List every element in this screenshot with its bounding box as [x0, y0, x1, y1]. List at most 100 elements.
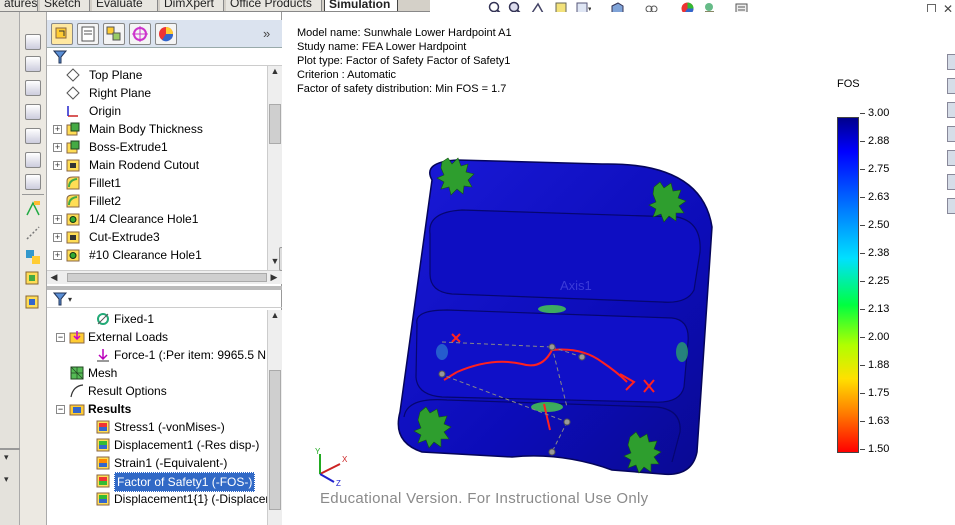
property-manager-tab-icon[interactable]: [77, 23, 99, 45]
task-pane-appearances-icon[interactable]: [947, 150, 955, 166]
cube-view-icon-2[interactable]: [25, 56, 41, 72]
feature-tree-item-label: Origin: [89, 104, 122, 118]
feature-manager-tab-icon[interactable]: [51, 23, 73, 45]
triad-x-label: X: [342, 455, 348, 464]
dimxpert-manager-tab-icon[interactable]: [129, 23, 151, 45]
smart-dimension-icon[interactable]: [24, 200, 42, 218]
strip-expand-icon[interactable]: ▾: [4, 452, 9, 463]
svg-text:▾: ▾: [68, 295, 72, 304]
feature-tree-item[interactable]: Right Plane: [47, 84, 267, 102]
expand-toggle-icon[interactable]: +: [53, 233, 62, 242]
expand-toggle-icon[interactable]: +: [53, 215, 62, 224]
simulation-tree-item-label: Mesh: [88, 366, 118, 380]
cube-view-icon-3[interactable]: [25, 80, 41, 96]
task-pane-resources-icon[interactable]: [947, 54, 955, 70]
scroll-thumb[interactable]: [269, 104, 281, 144]
panel-more-icon[interactable]: »: [263, 26, 270, 41]
strain-plot-icon: [95, 455, 111, 471]
tab-office-products[interactable]: Office Products: [226, 0, 322, 11]
collapse-toggle-icon[interactable]: −: [56, 405, 65, 414]
mate-reference-icon[interactable]: [24, 248, 42, 266]
scroll-up-icon[interactable]: ▲: [268, 310, 282, 320]
feature-tree-item-label: Main Rodend Cutout: [89, 158, 200, 172]
filter-icon[interactable]: [52, 50, 68, 64]
strip-divider: [0, 448, 20, 450]
legend-tick-label: 2.00: [859, 331, 890, 343]
stress-plot-icon: [95, 419, 111, 435]
feature-tree-item[interactable]: Origin: [47, 102, 267, 120]
expand-toggle-icon[interactable]: +: [53, 251, 62, 260]
collapse-toggle-icon[interactable]: −: [56, 333, 65, 342]
strip-expand-icon-2[interactable]: ▾: [4, 474, 9, 485]
feature-tree-scrollbar[interactable]: ▲ ▼: [267, 66, 282, 270]
displacement-plot-icon: [95, 491, 111, 507]
reference-axis-icon[interactable]: [24, 224, 42, 242]
simulation-tree-item-label: Results: [88, 402, 132, 416]
load-folder-icon: [69, 329, 85, 345]
results-folder-icon: [69, 401, 85, 417]
left-task-strip: ▾ ▾: [0, 12, 20, 525]
mesh-icon: [69, 365, 85, 381]
task-pane-custom-properties-icon[interactable]: [947, 174, 955, 190]
cube-view-icon-7[interactable]: [25, 174, 41, 190]
legend-tick-label: 2.25: [859, 275, 890, 287]
tab-sketch[interactable]: Sketch: [40, 0, 90, 11]
feature-tree-item[interactable]: Fillet1: [47, 174, 267, 192]
cube-view-icon-4[interactable]: [25, 104, 41, 120]
legend-tick-label: 2.75: [859, 163, 890, 175]
expand-toggle-icon[interactable]: +: [53, 143, 62, 152]
feature-tree-item[interactable]: Top Plane: [47, 66, 267, 84]
display-manager-tab-icon[interactable]: [155, 23, 177, 45]
scroll-right-icon[interactable]: ▶: [267, 272, 281, 283]
task-pane-view-palette-icon[interactable]: [947, 126, 955, 142]
study-results-icon[interactable]: [24, 294, 42, 312]
tab-evaluate[interactable]: Evaluate: [92, 0, 158, 11]
scroll-left-icon[interactable]: ◀: [47, 272, 61, 283]
simulation-tree-scrollbar[interactable]: ▲: [267, 310, 282, 525]
scroll-up-icon[interactable]: ▲: [268, 66, 282, 76]
task-pane-design-library-icon[interactable]: [947, 78, 955, 94]
feature-tree-item[interactable]: + #10 Clearance Hole1: [47, 246, 267, 264]
legend-title: FOS: [837, 78, 860, 90]
cube-view-icon-6[interactable]: [25, 152, 41, 168]
cube-view-icon[interactable]: [25, 34, 41, 50]
result-options-icon: [69, 383, 85, 399]
tab-dimxpert[interactable]: DimXpert: [160, 0, 224, 11]
tab-features[interactable]: atures: [0, 0, 38, 11]
simulation-tree-item-label: Force-1 (:Per item: 9965.5 N:): [114, 348, 267, 362]
coordinate-triad: X Y Z: [315, 447, 348, 488]
feature-tree-item[interactable]: + Main Body Thickness: [47, 120, 267, 138]
extrude-icon: [65, 139, 81, 155]
simulation-tree-item-label: Strain1 (-Equivalent-): [114, 456, 228, 470]
feature-tree-item[interactable]: + Boss-Extrude1: [47, 138, 267, 156]
simulation-tree-item-label: Stress1 (-vonMises-): [114, 420, 225, 434]
task-pane-extra-icon[interactable]: [947, 198, 955, 214]
legend-tick-label: 2.13: [859, 303, 890, 315]
cut-icon: [65, 229, 81, 245]
filter-dropdown-icon[interactable]: ▾: [52, 292, 72, 306]
feature-tree-item-label: Cut-Extrude3: [89, 230, 160, 244]
feature-tree-item[interactable]: Fillet2: [47, 192, 267, 210]
simulation-filter-row: ▾: [47, 290, 282, 308]
configuration-manager-tab-icon[interactable]: [103, 23, 125, 45]
hscroll-thumb[interactable]: [67, 273, 267, 282]
hole-icon: [65, 211, 81, 227]
legend-tick-label: 2.63: [859, 191, 890, 203]
scroll-thumb[interactable]: [269, 370, 281, 510]
cube-view-icon-5[interactable]: [25, 128, 41, 144]
simulation-study-icon[interactable]: [24, 270, 42, 288]
cut-icon: [65, 157, 81, 173]
feature-tree-item[interactable]: + Main Rodend Cutout: [47, 156, 267, 174]
tab-simulation[interactable]: Simulation: [324, 0, 398, 11]
task-pane-file-explorer-icon[interactable]: [947, 102, 955, 118]
expand-toggle-icon[interactable]: +: [53, 125, 62, 134]
extrude-icon: [65, 121, 81, 137]
feature-tree-item-label: #10 Clearance Hole1: [89, 248, 202, 262]
feature-tree-hscrollbar[interactable]: ◀ ▶: [47, 270, 282, 284]
expand-toggle-icon[interactable]: +: [53, 161, 62, 170]
displacement-plot-icon: [95, 437, 111, 453]
graphics-viewport[interactable]: Model name: Sunwhale Lower Hardpoint A1 …: [282, 12, 955, 525]
feature-tree-item[interactable]: +1/4 Clearance Hole1: [47, 210, 267, 228]
legend-tick-label: 1.50: [859, 443, 890, 455]
feature-tree-item[interactable]: + Cut-Extrude3: [47, 228, 267, 246]
